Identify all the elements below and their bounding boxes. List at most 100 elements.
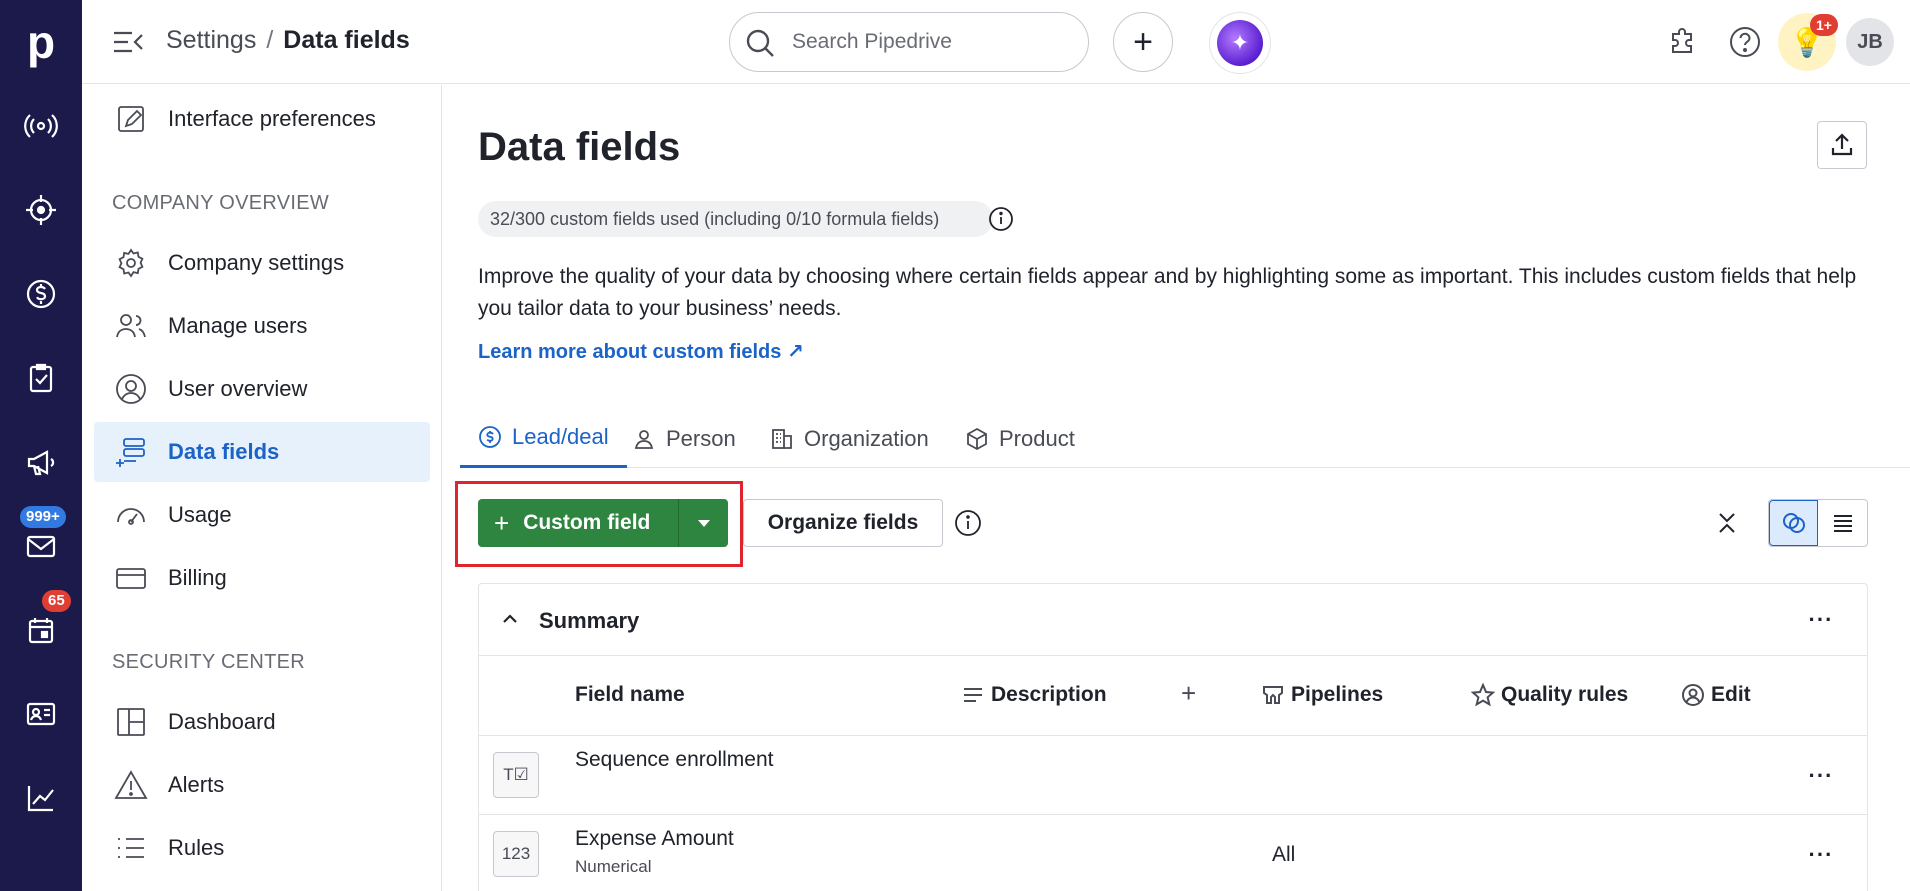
ai-assistant-button[interactable]: ✦ — [1209, 12, 1271, 74]
list-view-button[interactable] — [1818, 500, 1867, 546]
search-input[interactable] — [792, 27, 1072, 57]
table-row[interactable]: T☑ Sequence enrollment ··· — [479, 736, 1867, 815]
list-lines-icon — [1833, 515, 1852, 532]
page-title: Data fields — [478, 125, 681, 169]
nav-deals-target[interactable] — [0, 180, 82, 240]
export-button[interactable] — [1817, 121, 1867, 169]
tab-product[interactable]: Product — [965, 409, 1075, 468]
multiple-field-type-icon: T☑ — [493, 752, 539, 798]
nav-contacts[interactable] — [0, 684, 82, 744]
breadcrumb-current: Data fields — [283, 26, 410, 54]
section-company-overview: COMPANY OVERVIEW — [112, 192, 330, 214]
dollar-icon — [26, 279, 56, 309]
user-avatar[interactable]: JB — [1846, 18, 1894, 66]
section-more-button[interactable]: ··· — [1803, 602, 1839, 638]
sidebar-item-label: Billing — [168, 565, 227, 590]
nav-activities[interactable] — [0, 348, 82, 408]
row-more-button[interactable]: ··· — [1803, 758, 1839, 794]
interface-pen-icon — [118, 106, 144, 132]
app-root: p 999+ 65 Settings / Data fields Search … — [0, 0, 1910, 891]
sidebar-item-label: Manage users — [168, 313, 308, 338]
search-box[interactable] — [729, 12, 1089, 72]
sidebar-item-data-fields[interactable]: Data fields — [94, 422, 430, 482]
marketplace-button[interactable] — [1663, 22, 1703, 62]
collapse-section-button[interactable] — [497, 606, 523, 632]
overlap-circles-icon — [1782, 513, 1805, 533]
broadcast-icon — [24, 114, 58, 138]
collapse-all-button[interactable] — [1705, 499, 1749, 547]
organize-fields-button[interactable]: Organize fields — [743, 499, 943, 547]
tab-person[interactable]: Person — [632, 409, 736, 468]
tab-label: Lead/deal — [512, 424, 609, 449]
sidebar-item-label: Usage — [168, 502, 232, 527]
row-more-button[interactable]: ··· — [1803, 837, 1839, 873]
plus-icon: + — [494, 507, 510, 538]
tab-label: Product — [999, 425, 1075, 451]
quick-add-button[interactable]: + — [1113, 12, 1173, 72]
search-icon — [746, 29, 774, 57]
help-button[interactable] — [1725, 22, 1765, 62]
tab-lead-deal[interactable]: Lead/deal — [460, 409, 627, 468]
collapse-icon — [1719, 513, 1735, 533]
sidebar-item-usage[interactable]: Usage — [94, 485, 430, 545]
mail-badge: 999+ — [20, 506, 66, 528]
text-align-icon — [964, 688, 982, 702]
calendar-icon — [28, 618, 54, 644]
user-circle-icon — [116, 374, 146, 404]
add-column-button[interactable]: + — [1181, 678, 1196, 709]
col-edit: Edit — [1681, 683, 1751, 707]
custom-field-dropdown-button[interactable] — [679, 499, 728, 547]
section-title: Summary — [539, 608, 640, 633]
tab-organization[interactable]: Organization — [770, 409, 929, 468]
sidebar-item-label: Company settings — [168, 250, 345, 275]
field-type: Numerical — [575, 857, 652, 876]
sidebar-item-user-overview[interactable]: User overview — [94, 359, 430, 419]
users-icon — [116, 314, 146, 338]
field-pipelines: All — [1272, 843, 1296, 866]
nav-campaigns[interactable] — [0, 432, 82, 492]
col-field-name: Field name — [575, 683, 685, 706]
add-custom-field-button[interactable]: + Custom field — [478, 499, 679, 547]
col-pipelines: Pipelines — [1261, 683, 1383, 707]
numerical-field-type-icon: 123 — [493, 831, 539, 877]
table-row[interactable]: 123 Expense Amount Numerical All ··· — [479, 815, 1867, 891]
target-icon — [26, 195, 56, 225]
pipeline-icon — [1263, 686, 1283, 704]
sidebar-item-alerts[interactable]: Alerts — [94, 755, 430, 815]
nav-insights[interactable] — [0, 768, 82, 828]
caret-down-icon — [697, 520, 710, 527]
info-icon[interactable] — [954, 509, 982, 537]
sidebar-item-billing[interactable]: Billing — [94, 548, 430, 608]
collapse-menu-icon[interactable] — [112, 28, 144, 56]
table-header: Field name Description + Pipelines Quali… — [479, 656, 1867, 736]
help-icon — [1730, 27, 1760, 57]
sidebar-item-label: Interface preferences — [168, 106, 376, 131]
sidebar-item-label: Rules — [168, 835, 225, 860]
upload-icon — [1831, 133, 1853, 156]
custom-fields-usage: 32/300 custom fields used (including 0/1… — [478, 201, 994, 237]
nav-deals[interactable] — [0, 264, 82, 324]
info-icon[interactable] — [988, 206, 1014, 232]
box-icon — [967, 427, 987, 450]
pipedrive-logo[interactable]: p — [0, 0, 82, 84]
chart-line-icon — [27, 786, 54, 812]
breadcrumb-settings[interactable]: Settings — [166, 26, 256, 54]
sidebar-item-dashboard[interactable]: Dashboard — [94, 692, 430, 752]
nav-leads-inbox[interactable] — [0, 96, 82, 156]
sidebar-item-manage-users[interactable]: Manage users — [94, 296, 430, 356]
dollar-circle-icon — [479, 426, 501, 448]
view-toggle — [1768, 499, 1868, 547]
clipboard-check-icon — [29, 363, 53, 393]
custom-field-label: Custom field — [523, 511, 651, 534]
sidebar-item-label: Data fields — [168, 439, 280, 464]
warning-triangle-icon — [114, 770, 148, 799]
learn-more-link[interactable]: Learn more about custom fields ↗ — [478, 339, 804, 364]
col-pipelines-label: Pipelines — [1291, 683, 1384, 706]
sidebar-item-company-settings[interactable]: Company settings — [94, 233, 430, 293]
settings-sidebar: Interface preferences COMPANY OVERVIEW C… — [82, 85, 442, 891]
sidebar-item-interface-preferences[interactable]: Interface preferences — [94, 89, 430, 149]
nav-calendar[interactable] — [0, 600, 82, 660]
grouped-view-button[interactable] — [1769, 500, 1819, 546]
sidebar-item-rules[interactable]: Rules — [94, 818, 430, 878]
megaphone-icon — [27, 450, 55, 476]
